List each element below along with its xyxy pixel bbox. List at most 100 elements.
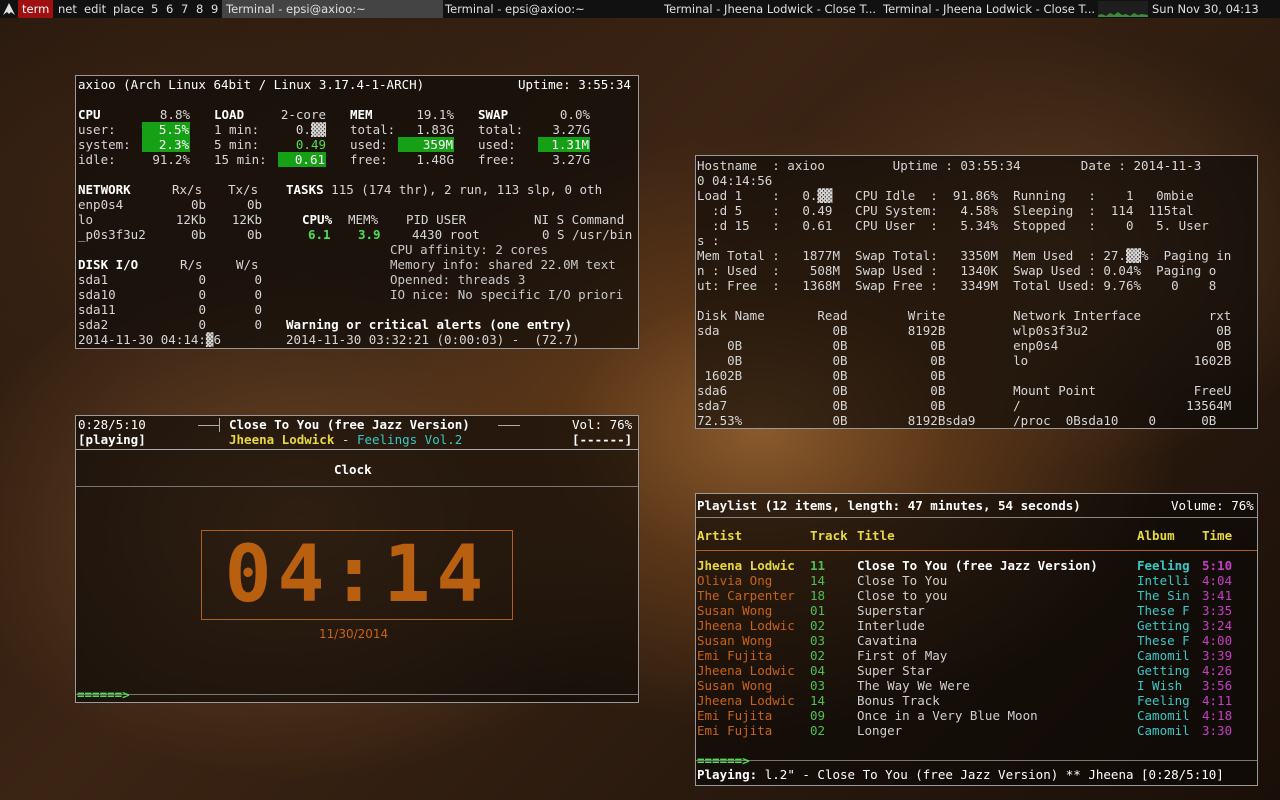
playlist-cell-track: 03 [810,633,826,648]
workspace-tag-5[interactable]: 5 [151,0,158,18]
playlist-row[interactable]: Emi Fujita 02 First of May Camomil 3:39 [696,648,1257,663]
playlist-cell-title: Bonus Track [857,693,940,708]
now-playing-album: Feelings Vol.2 [356,432,463,447]
proc-command-header[interactable]: NI S Command [534,212,624,227]
playlist-cell-time: 4:26 [1202,663,1233,678]
sysinfo-line: 0B 0B 0B lo 1602B [697,353,1232,368]
playlist-progress-bar[interactable]: ======> [697,753,750,768]
ncmpcpp-playlist-pane[interactable]: Playlist (12 items, length: 47 minutes, … [695,493,1258,786]
load-label: LOAD [214,107,245,122]
playlist-row[interactable]: Jheena Lodwic 14 Bonus Track Feeling 4:11 [696,693,1257,708]
swap-free-label: free: [478,152,516,167]
playlist-volume: Volume: 76% [1171,498,1254,513]
playlist-cell-artist: Jheena Lodwic [697,558,795,573]
load-5min-value: 0.49 [295,137,326,152]
cpu-total: 8.8% [159,107,190,122]
disk-header: DISK I/O [78,257,139,272]
playlist-cell-album: Feeling [1137,558,1190,573]
col-time-header[interactable]: Time [1202,528,1232,543]
playlist-cell-title: The Way We Were [857,678,970,693]
disk-read: 0 [198,317,206,332]
task-tab-4[interactable]: Terminal - Jheena Lodwick - Close T... [879,0,1100,18]
glances-pane[interactable]: axioo (Arch Linux 64bit / Linux 3.17.4-1… [75,75,639,349]
playlist-cell-track: 14 [810,693,826,708]
arch-logo-icon[interactable] [2,2,16,16]
swap-label: SWAP [478,107,509,122]
cpu-idle-label: idle: [78,152,116,167]
playlist-row[interactable]: Jheena Lodwic 04 Super Star Getting 4:26 [696,663,1257,678]
playlist-cell-artist: Susan Wong [697,633,773,648]
workspace-tag-9[interactable]: 9 [211,0,218,18]
playlist-row[interactable]: Olivia Ong 14 Close To You Intelli 4:04 [696,573,1257,588]
task-tab-1[interactable]: Terminal - epsi@axioo:~ [222,0,443,18]
playlist-cell-time: 3:41 [1202,588,1233,603]
playlist-cell-title: Close To You (free Jazz Version) [857,558,1098,573]
playlist-row[interactable]: Susan Wong 01 Superstar These F 3:35 [696,603,1257,618]
playlist-cell-title: First of May [857,648,948,663]
playlist-row[interactable]: The Carpenter 18 Close to you The Sin 3:41 [696,588,1257,603]
task-tab-2[interactable]: Terminal - epsi@axioo:~ [441,0,662,18]
playlist-row[interactable]: Emi Fujita 02 Longer Camomil 3:30 [696,723,1257,738]
playlist-cell-artist: Emi Fujita [697,723,773,738]
mem-free-value: 1.48G [416,152,454,167]
col-track-header[interactable]: Track [810,528,848,543]
playlist-row[interactable]: Emi Fujita 09 Once in a Very Blue Moon Camo… [696,708,1257,723]
workspace-tag-term[interactable]: term [18,0,54,18]
workspace-tag-8[interactable]: 8 [196,0,203,18]
mem-label: MEM [350,107,373,122]
progress-bar[interactable]: ======> [77,687,130,702]
network-tx: 0b [246,197,262,212]
playlist-cell-track: 02 [810,648,826,663]
playlist-cell-title: Close To You [857,573,948,588]
sysinfo-pane[interactable]: Hostname : axioo Uptime : 03:55:34 Date … [695,155,1258,429]
glances-timestamp: 2014-11-30 04:14:▓6 [78,332,221,347]
sysinfo-line: n : Used : 508M Swap Used : 1340K Swap U… [697,263,1217,278]
swap-used-label: used: [478,137,516,152]
playlist-cell-artist: Susan Wong [697,678,773,693]
status-text: l.2" - Close To You (free Jazz Version) … [757,767,1224,782]
playlist-row[interactable]: Jheena Lodwic 11 Close To You (free Jazz V… [696,558,1257,573]
playlist-row[interactable]: Susan Wong 03 Cavatina These F 4:00 [696,633,1257,648]
workspace-tag-edit[interactable]: edit [84,0,106,18]
playlist-cell-time: 3:30 [1202,723,1233,738]
swap-total-pct: 0.0% [559,107,590,122]
proc-pid-user-header[interactable]: PID USER [406,212,466,227]
swap-used-value: 1.31M [538,137,590,152]
proc-pid-user: 4430 root [412,227,480,242]
header-separator [696,517,1257,518]
col-artist-header[interactable]: Artist [697,528,742,543]
sysinfo-line: 1602B 0B 0B [697,368,946,383]
statusbar: Playing: l.2" - Close To You (free Jazz … [697,767,1224,782]
col-title-header[interactable]: Title [857,528,895,543]
playlist-cell-track: 01 [810,603,826,618]
network-header: NETWORK [78,182,131,197]
task-tab-3[interactable]: Terminal - Jheena Lodwick - Close T... [660,0,881,18]
load-1min-value: 0.▓▓ [295,122,326,137]
sysinfo-line: :d 15 : 0.61 CPU User : 5.34% Stopped : … [697,218,1209,233]
tasks-counts: 115 (174 thr), 2 run, 113 slp, 0 oth [323,182,603,197]
workspace-tag-7[interactable]: 7 [181,0,188,18]
load-15min-label: 15 min: [214,152,267,167]
sysinfo-line: Mem Total : 1877M Swap Total: 3350M Mem … [697,248,1232,263]
sysinfo-line: sda6 0B 0B Mount Point FreeU [697,383,1232,398]
workspace-tag-place[interactable]: place [113,0,144,18]
load-cores: 2-core [280,107,326,122]
workspace-tag-net[interactable]: net [58,0,77,18]
proc-cpu-header[interactable]: CPU% [302,212,332,227]
playlist-cell-artist: Emi Fujita [697,648,773,663]
playlist-row[interactable]: Susan Wong 03 The Way We Were I Wish 3:56 [696,678,1257,693]
cpu-label: CPU [78,107,101,122]
disk-write: 0 [254,317,262,332]
playlist-cell-time: 3:24 [1202,618,1233,633]
ncmpcpp-clock-pane[interactable]: 0:28/5:10 [playing] Close To You (free J… [75,415,639,703]
cpu-idle-value: 91.2% [152,152,190,167]
workspace-tag-6[interactable]: 6 [166,0,173,18]
playlist-cell-album: The Sin [1137,588,1190,603]
title-separator [76,486,638,487]
cpu-system-value: 2.3% [142,137,190,152]
col-album-header[interactable]: Album [1137,528,1175,543]
playlist-cell-track: 02 [810,618,826,633]
playlist-row[interactable]: Jheena Lodwic 02 Interlude Getting 3:24 [696,618,1257,633]
proc-mem-header[interactable]: MEM% [348,212,378,227]
playlist-cell-album: Intelli [1137,573,1190,588]
